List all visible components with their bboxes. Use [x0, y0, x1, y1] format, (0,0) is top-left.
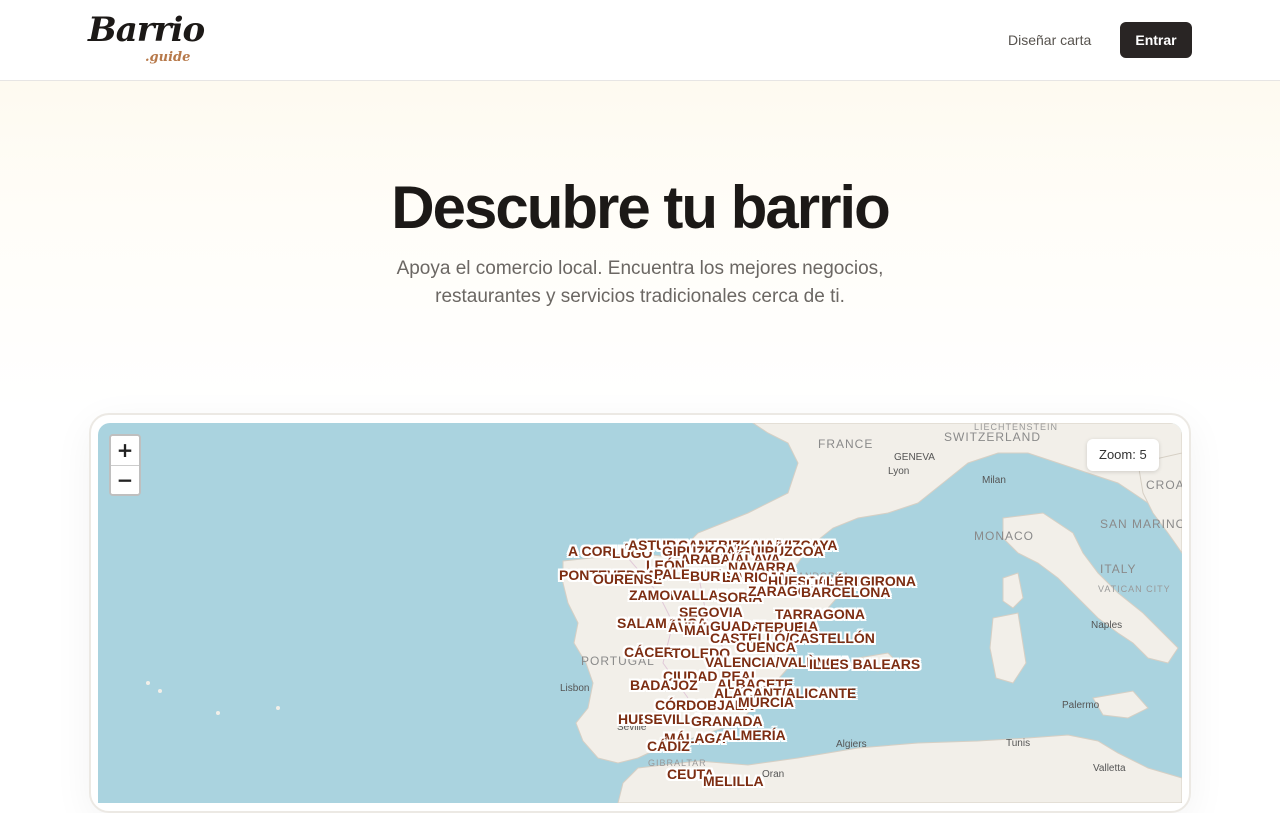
city-label: Oran — [762, 769, 785, 780]
city-label: Algiers — [836, 739, 867, 750]
map-view[interactable]: FRANCE SWITZERLAND LIECHTENSTEIN MONACO … — [98, 423, 1182, 803]
city-label: Lisbon — [560, 683, 590, 694]
province-label[interactable]: MELILLA — [703, 773, 764, 789]
country-label: SAN MARINO — [1100, 517, 1182, 531]
zoom-level-badge: Zoom: 5 — [1087, 439, 1159, 471]
country-label: ITALY — [1100, 562, 1137, 576]
city-label: Valletta — [1093, 763, 1126, 774]
country-label: MONACO — [974, 529, 1034, 543]
city-label: Palermo — [1062, 700, 1100, 711]
zoom-in-button[interactable]: + — [111, 436, 139, 465]
province-label[interactable]: OURENSE — [593, 571, 662, 587]
site-header: Barrio .guide Diseñar carta Entrar — [0, 0, 1280, 81]
country-label: LIECHTENSTEIN — [974, 423, 1059, 432]
city-label: Lyon — [888, 466, 910, 477]
city-label: Naples — [1091, 620, 1123, 631]
country-label: FRANCE — [818, 437, 874, 451]
province-label[interactable]: ALMERÍA — [722, 727, 786, 743]
hero-section: Descubre tu barrio Apoya el comercio loc… — [0, 81, 1280, 411]
province-label[interactable]: BARCELONA — [801, 584, 890, 600]
province-label[interactable]: BADAJOZ — [630, 677, 698, 693]
city-label: Milan — [982, 475, 1006, 486]
country-label: VATICAN CITY — [1098, 584, 1171, 594]
province-label[interactable]: MURCIA — [738, 694, 794, 710]
zoom-out-button[interactable]: − — [111, 465, 139, 494]
logo[interactable]: Barrio .guide — [88, 10, 205, 70]
province-label[interactable]: ILLES BALEARS — [809, 656, 920, 672]
zoom-control: + − — [109, 434, 141, 496]
country-label: CROATIA — [1146, 478, 1182, 492]
design-menu-link[interactable]: Diseñar carta — [1008, 30, 1091, 50]
city-label: Tunis — [1006, 738, 1031, 749]
city-label: GENEVA — [894, 452, 935, 463]
login-button[interactable]: Entrar — [1120, 22, 1192, 58]
logo-suffix: .guide — [145, 50, 191, 65]
hero-subtitle: Apoya el comercio local. Encuentra los m… — [396, 258, 884, 307]
province-label[interactable]: CUENCA — [736, 639, 796, 655]
logo-wordmark: Barrio — [88, 10, 205, 50]
hero-title: Descubre tu barrio — [391, 174, 890, 241]
province-label[interactable]: CÁDIZ — [647, 738, 690, 754]
